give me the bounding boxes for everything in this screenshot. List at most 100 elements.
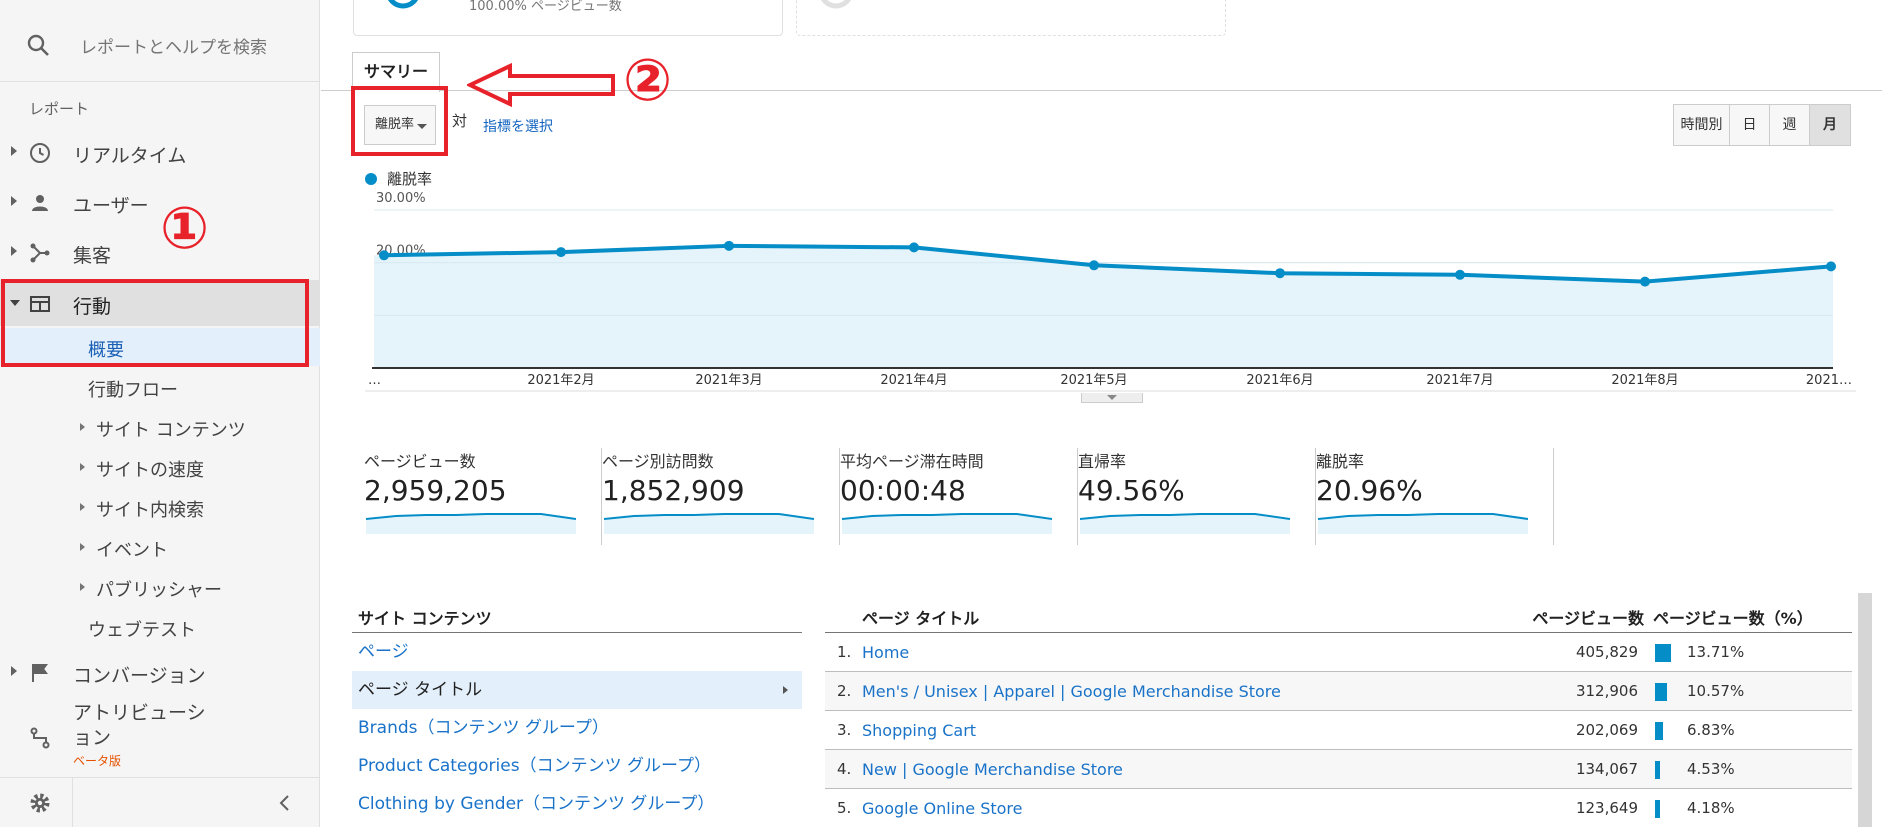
- scorecard-title: 離脱率: [1316, 452, 1365, 471]
- nav-label: ユーザー: [73, 195, 149, 217]
- footer-divider: [72, 778, 73, 827]
- data-point[interactable]: [724, 240, 734, 251]
- search-placeholder: レポートとヘルプを検索: [80, 38, 267, 58]
- expand-arrow-icon: [11, 196, 17, 206]
- table-row[interactable]: 4. New | Google Merchandise Store 134,067 4…: [825, 750, 1852, 789]
- nav-site-content[interactable]: サイト コンテンツ: [0, 408, 320, 446]
- y-tick-label: 30.00%: [376, 191, 426, 206]
- sparkline: [1080, 513, 1290, 534]
- period-month-button[interactable]: 月: [1810, 105, 1850, 145]
- scorecard[interactable]: ページビュー数 2,959,205: [364, 448, 602, 548]
- nav-label: アトリビューション: [73, 702, 206, 749]
- data-point[interactable]: [1455, 269, 1465, 280]
- page-title-link[interactable]: Home: [862, 643, 909, 662]
- sidebar-footer: [0, 777, 320, 827]
- data-point[interactable]: [1640, 276, 1650, 287]
- page-title-link[interactable]: New | Google Merchandise Store: [862, 760, 1123, 779]
- period-week-button[interactable]: 週: [1770, 105, 1810, 145]
- scorecard-divider: [1553, 448, 1554, 545]
- gear-icon[interactable]: [28, 791, 52, 815]
- expand-arrow-icon: [80, 423, 85, 431]
- nav-site-search[interactable]: サイト内検索: [0, 488, 320, 526]
- percentage-bar: [1655, 800, 1660, 818]
- nav-label: リアルタイム: [73, 145, 187, 167]
- scorecard[interactable]: 直帰率 49.56%: [1078, 448, 1316, 548]
- donut-icon: [388, 0, 418, 9]
- scorecard-value: 49.56%: [1078, 474, 1185, 507]
- data-point[interactable]: [379, 250, 389, 261]
- expand-arrow-icon: [80, 583, 85, 591]
- page-title-link[interactable]: Men's / Unisex | Apparel | Google Mercha…: [862, 682, 1281, 701]
- nav-attribution[interactable]: アトリビューション: [0, 700, 320, 760]
- pageviews-value: 123,649: [1575, 799, 1638, 817]
- data-point[interactable]: [1826, 261, 1836, 272]
- data-point[interactable]: [1275, 268, 1285, 279]
- beta-badge: ベータ版: [73, 754, 122, 768]
- top-card-1: 100.00% ページビュー数: [353, 0, 783, 36]
- dimension-item[interactable]: Brands（コンテンツ グループ）: [352, 709, 802, 747]
- top-card-text: 100.00% ページビュー数: [469, 0, 622, 14]
- col-pageviews-pct: ページビュー数（%）: [1653, 609, 1813, 628]
- row-index: 5.: [837, 799, 852, 817]
- scorecard-title: 平均ページ滞在時間: [840, 452, 984, 471]
- annotation-box-2: [351, 86, 448, 156]
- nav-sub-label: サイト内検索: [96, 500, 204, 521]
- sparkline: [842, 513, 1052, 534]
- period-hourly-button[interactable]: 時間別: [1674, 105, 1730, 145]
- attribution-icon: [30, 727, 50, 749]
- table-row[interactable]: 5. Google Online Store 123,649 4.18%: [825, 789, 1852, 827]
- legend-label: 離脱率: [387, 170, 433, 188]
- report-search[interactable]: レポートとヘルプを検索: [0, 0, 320, 82]
- table-row[interactable]: 2. Men's / Unisex | Apparel | Google Merc…: [825, 672, 1852, 711]
- sparkline-fill: [1318, 514, 1528, 534]
- main-content: 100.00% ページビュー数 サマリー 離脱率 ② 対 指標を選択 時間別 日…: [321, 0, 1882, 827]
- pageviews-percentage: 4.18%: [1687, 799, 1735, 817]
- row-index: 1.: [837, 643, 852, 661]
- nav-site-speed[interactable]: サイトの速度: [0, 448, 320, 486]
- nav-publisher[interactable]: パブリッシャー: [0, 568, 320, 606]
- pageviews-percentage: 10.57%: [1687, 682, 1745, 700]
- nav-behavior-flow[interactable]: 行動フロー: [0, 368, 320, 406]
- annotation-arrow: [467, 62, 615, 108]
- table-row[interactable]: 3. Shopping Cart 202,069 6.83%: [825, 711, 1852, 750]
- chart-resize-handle[interactable]: [1081, 393, 1143, 403]
- nav-conversion[interactable]: コンバージョン: [0, 649, 320, 695]
- x-tick-label: 2021年5月: [1060, 373, 1127, 388]
- scorecard[interactable]: 平均ページ滞在時間 00:00:48: [840, 448, 1078, 548]
- reports-section-label: レポート: [29, 100, 90, 118]
- collapse-sidebar-icon[interactable]: [275, 793, 295, 813]
- page-title-table: ページ タイトル ページビュー数 ページビュー数（%） 1. Home 405,82…: [825, 605, 1852, 827]
- scorecard[interactable]: ページ別訪問数 1,852,909: [602, 448, 840, 548]
- percentage-bar: [1655, 761, 1660, 779]
- sparkline-fill: [842, 514, 1052, 534]
- dimension-item[interactable]: Product Categories（コンテンツ グループ）: [352, 747, 802, 785]
- x-tick-label: …: [368, 373, 381, 388]
- chevron-right-icon: [783, 686, 788, 694]
- select-metric-link[interactable]: 指標を選択: [483, 116, 553, 136]
- nav-sub-label: ウェブテスト: [88, 620, 196, 641]
- nav-sub-label: 行動フロー: [88, 380, 178, 401]
- scorecard[interactable]: 離脱率 20.96%: [1316, 448, 1554, 548]
- dimension-item[interactable]: ページ: [352, 633, 802, 671]
- x-tick-label: 2021…: [1806, 373, 1852, 388]
- scorecard-title: 直帰率: [1078, 452, 1127, 471]
- page-title-link[interactable]: Google Online Store: [862, 799, 1023, 818]
- dimension-item[interactable]: Clothing by Gender（コンテンツ グループ）: [352, 785, 802, 823]
- data-point[interactable]: [556, 247, 566, 258]
- x-tick-label: 2021年6月: [1246, 373, 1313, 388]
- pageviews-percentage: 13.71%: [1687, 643, 1745, 661]
- period-day-button[interactable]: 日: [1730, 105, 1770, 145]
- annotation-number-1: ①: [160, 194, 210, 262]
- percentage-bar: [1655, 644, 1671, 662]
- scrollbar[interactable]: [1858, 593, 1872, 827]
- data-point[interactable]: [1089, 260, 1099, 271]
- nav-realtime[interactable]: リアルタイム: [0, 129, 320, 175]
- data-point[interactable]: [909, 242, 919, 253]
- chart-legend: 離脱率: [365, 168, 432, 189]
- nav-web-test[interactable]: ウェブテスト: [0, 608, 320, 646]
- dimension-item-selected[interactable]: ページ タイトル: [352, 671, 802, 709]
- table-row[interactable]: 1. Home 405,829 13.71%: [825, 633, 1852, 672]
- nav-events[interactable]: イベント: [0, 528, 320, 566]
- page-title-link[interactable]: Shopping Cart: [862, 721, 976, 740]
- scorecard-value: 2,959,205: [364, 474, 507, 507]
